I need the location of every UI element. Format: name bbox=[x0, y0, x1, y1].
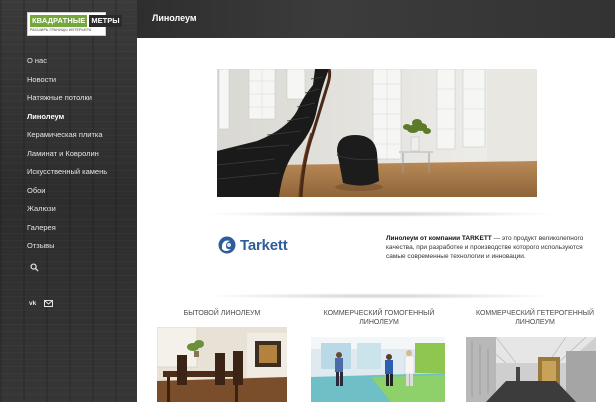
category-image-household[interactable] bbox=[157, 327, 287, 402]
category-image-commercial-heterogeneous[interactable] bbox=[466, 337, 596, 402]
tarkett-swirl-icon bbox=[218, 236, 236, 254]
mail-icon[interactable] bbox=[44, 294, 54, 312]
category-title-commercial-homogeneous[interactable]: КОММЕРЧЕСКИЙ ГОМОГЕННЫЙ ЛИНОЛЕУМ bbox=[312, 309, 446, 327]
logo-word-1: КВАДРАТНЫЕ bbox=[30, 15, 88, 27]
section-divider bbox=[200, 293, 560, 299]
sidebar: КВАДРАТНЫЕ МЕТРЫ РАСШИРЬ ГРАНИЦЫ ИНТЕРЬЕ… bbox=[0, 0, 137, 402]
section-divider bbox=[200, 211, 560, 217]
description-bold: Линолеум от компании TARKETT bbox=[386, 235, 492, 242]
page-header: Линолеум bbox=[137, 0, 615, 38]
logo-tagline: РАСШИРЬ ГРАНИЦЫ ИНТЕРЬЕРА bbox=[30, 28, 92, 32]
nav-item-laminate-carpet[interactable]: Ламинат и Ковролин bbox=[0, 145, 137, 164]
nav-item-blinds[interactable]: Жалюзи bbox=[0, 200, 137, 219]
main-nav: О нас Новости Натяжные потолки Линолеум … bbox=[0, 52, 137, 280]
nav-item-stretch-ceilings[interactable]: Натяжные потолки bbox=[0, 89, 137, 108]
vk-icon[interactable]: vk bbox=[29, 300, 36, 307]
nav-item-news[interactable]: Новости bbox=[0, 71, 137, 90]
logo-word-2: МЕТРЫ bbox=[89, 15, 122, 27]
nav-item-wallpaper[interactable]: Обои bbox=[0, 182, 137, 201]
tarkett-wordmark: Tarkett bbox=[240, 236, 288, 254]
category-image-commercial-homogeneous[interactable] bbox=[311, 337, 445, 402]
nav-item-ceramic-tile[interactable]: Керамическая плитка bbox=[0, 126, 137, 145]
nav-item-reviews[interactable]: Отзывы bbox=[0, 237, 137, 256]
page-title: Линолеум bbox=[152, 13, 197, 23]
category-title-commercial-heterogeneous[interactable]: КОММЕРЧЕСКИЙ ГЕТЕРОГЕННЫЙ ЛИНОЛЕУМ bbox=[468, 309, 602, 327]
category-title-household[interactable]: БЫТОВОЙ ЛИНОЛЕУМ bbox=[152, 309, 292, 318]
tarkett-logo: Tarkett bbox=[218, 236, 288, 254]
nav-item-gallery[interactable]: Галерея bbox=[0, 219, 137, 238]
social-links: vk bbox=[29, 294, 54, 312]
nav-item-artificial-stone[interactable]: Искусственный камень bbox=[0, 163, 137, 182]
brand-description: Линолеум от компании TARKETT — это проду… bbox=[386, 234, 598, 261]
hero-image bbox=[217, 69, 537, 197]
nav-item-linoleum[interactable]: Линолеум bbox=[0, 108, 137, 127]
site-logo[interactable]: КВАДРАТНЫЕ МЕТРЫ РАСШИРЬ ГРАНИЦЫ ИНТЕРЬЕ… bbox=[27, 12, 122, 36]
nav-item-about[interactable]: О нас bbox=[0, 52, 137, 71]
search-icon[interactable] bbox=[30, 259, 39, 277]
